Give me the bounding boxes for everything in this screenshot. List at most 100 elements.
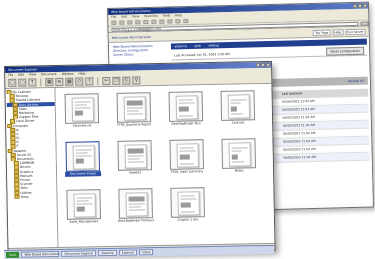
up-folder-icon[interactable]: ↑ xyxy=(28,78,37,87)
menu-item[interactable]: File xyxy=(8,73,13,78)
search-icon[interactable] xyxy=(151,19,157,24)
image-block xyxy=(74,110,83,116)
start-button[interactable]: Start xyxy=(6,251,20,258)
folder-tree: My Cabinets Personal Shared Cabinets Docs A… xyxy=(5,88,59,249)
thumbnail-caption: Estimate.xls xyxy=(72,123,92,128)
minimize-icon[interactable] xyxy=(352,3,358,8)
header-link[interactable]: Top Page xyxy=(312,29,331,36)
taskbar-button[interactable]: Inbox xyxy=(139,249,154,256)
back-icon[interactable] xyxy=(111,20,117,25)
taskbar-button[interactable]: Web Based Administration xyxy=(21,250,60,258)
text-line xyxy=(128,206,141,208)
minimize-icon[interactable] xyxy=(255,63,261,68)
print-icon[interactable]: ⎙ xyxy=(75,77,84,86)
paste-icon[interactable]: ⎘ xyxy=(122,76,131,85)
header-link[interactable]: Exit Server xyxy=(345,28,366,35)
document-thumbnail[interactable]: DeskTopBinder Plus xyxy=(168,91,205,131)
page-preview xyxy=(125,192,148,217)
document-thumbnail[interactable]: DeskTopBinder Professional xyxy=(117,188,154,228)
tree-item[interactable]: Temp xyxy=(8,194,56,199)
text-line xyxy=(127,161,144,163)
nav-item[interactable]: Device xyxy=(175,44,186,48)
nav-item[interactable]: Job xyxy=(195,44,201,48)
document-thumbnail[interactable]: Sales_Management xyxy=(65,189,102,229)
menu-item[interactable]: Tools xyxy=(163,13,171,18)
document-thumbnail[interactable]: FY99_Quarterly Report xyxy=(116,92,153,132)
text-line xyxy=(178,115,194,117)
document-thumbnail[interactable]: Contract xyxy=(220,90,257,130)
print-icon[interactable] xyxy=(183,19,189,24)
text-line xyxy=(127,158,140,160)
open-icon[interactable]: ▢ xyxy=(18,78,27,87)
text-line xyxy=(75,152,88,154)
cut-icon[interactable]: ✂ xyxy=(102,76,111,86)
image-block xyxy=(180,202,191,208)
document-thumbnail[interactable]: FY00_Sales Summary xyxy=(168,139,205,179)
document-thumbnail[interactable]: Sheet01 xyxy=(116,140,153,180)
page-logo: Web-based Administration xyxy=(111,34,152,40)
close-icon[interactable] xyxy=(362,3,368,8)
image-block xyxy=(126,100,143,106)
forward-icon[interactable] xyxy=(119,20,125,25)
taskbar-button[interactable]: Document Explorer xyxy=(61,250,97,257)
menu-item[interactable]: File xyxy=(111,15,116,20)
text-line xyxy=(75,155,92,157)
list-view-icon[interactable]: ≡ xyxy=(55,77,64,87)
text-line xyxy=(230,113,243,115)
favorites-icon[interactable] xyxy=(159,19,165,24)
toolbar-separator xyxy=(40,78,42,87)
thumbnail-image xyxy=(221,138,257,169)
thumbnail-caption: FY99_Quarterly Report xyxy=(117,122,152,127)
nav-item[interactable]: Setup xyxy=(209,43,219,47)
menu-item[interactable]: Help xyxy=(78,71,85,76)
taskbar-button[interactable]: Explorer xyxy=(118,249,138,256)
text-line xyxy=(178,99,193,101)
close-icon[interactable] xyxy=(265,62,271,67)
thumbnail-image xyxy=(65,141,101,172)
new-icon[interactable]: □ xyxy=(8,78,17,87)
thumbnail-image xyxy=(66,189,101,220)
menu-item[interactable]: View xyxy=(29,72,36,77)
document-thumbnail[interactable]: Notes xyxy=(220,138,257,178)
menu-item[interactable]: Window xyxy=(62,72,74,77)
text-line xyxy=(75,149,92,151)
thumbnail-view-icon[interactable]: ▦ xyxy=(45,78,54,87)
image-block xyxy=(178,106,189,112)
page-preview xyxy=(73,193,96,218)
maximize-icon[interactable] xyxy=(357,3,363,8)
refresh-all-link[interactable]: Refresh All xyxy=(348,79,364,83)
menu-item[interactable]: Edit xyxy=(121,15,127,20)
menu-item[interactable]: Document xyxy=(41,72,57,77)
go-button[interactable] xyxy=(360,21,369,26)
text-line xyxy=(74,101,91,103)
text-line xyxy=(179,163,194,165)
page-preview xyxy=(175,95,199,120)
thumbnail-image xyxy=(170,187,205,218)
header-link[interactable]: Help xyxy=(332,28,344,36)
explorer-body: My Cabinets Personal Shared Cabinets Docs A… xyxy=(5,83,275,249)
menu-item[interactable]: Favorites xyxy=(144,14,158,19)
menu-item[interactable]: Help xyxy=(175,13,182,18)
scan-icon[interactable]: ▩ xyxy=(65,77,74,86)
search-icon[interactable]: ⚲ xyxy=(132,76,141,85)
taskbar-button[interactable]: Desktop xyxy=(98,249,117,257)
left-menu-item[interactable]: Server Status xyxy=(111,51,169,56)
explorer-window: Document Explorer File Edit View Document Wi… xyxy=(4,60,276,256)
menu-item[interactable]: Edit xyxy=(18,73,24,78)
last-accessed-text: Last Accessed: Jan 01, 2003 1:00 AM xyxy=(174,52,230,58)
mail-icon[interactable] xyxy=(175,19,181,24)
document-thumbnail[interactable]: Document Image xyxy=(64,141,102,181)
document-thumbnail[interactable]: Estimate.xls xyxy=(64,93,101,133)
document-thumbnail[interactable]: Chapter 1.doc xyxy=(169,187,206,227)
history-icon[interactable] xyxy=(167,19,173,24)
text-line xyxy=(127,155,144,157)
maximize-icon[interactable] xyxy=(260,62,266,68)
menu-item[interactable]: View xyxy=(132,14,139,19)
reset-configuration-button[interactable]: Reset Configuration xyxy=(326,46,365,56)
home-icon[interactable] xyxy=(143,19,149,25)
stop-icon[interactable] xyxy=(127,20,133,25)
copy-icon[interactable]: ❐ xyxy=(112,76,121,85)
help-icon[interactable]: ? xyxy=(85,77,94,86)
refresh-icon[interactable] xyxy=(135,20,141,25)
text-line xyxy=(180,198,197,200)
